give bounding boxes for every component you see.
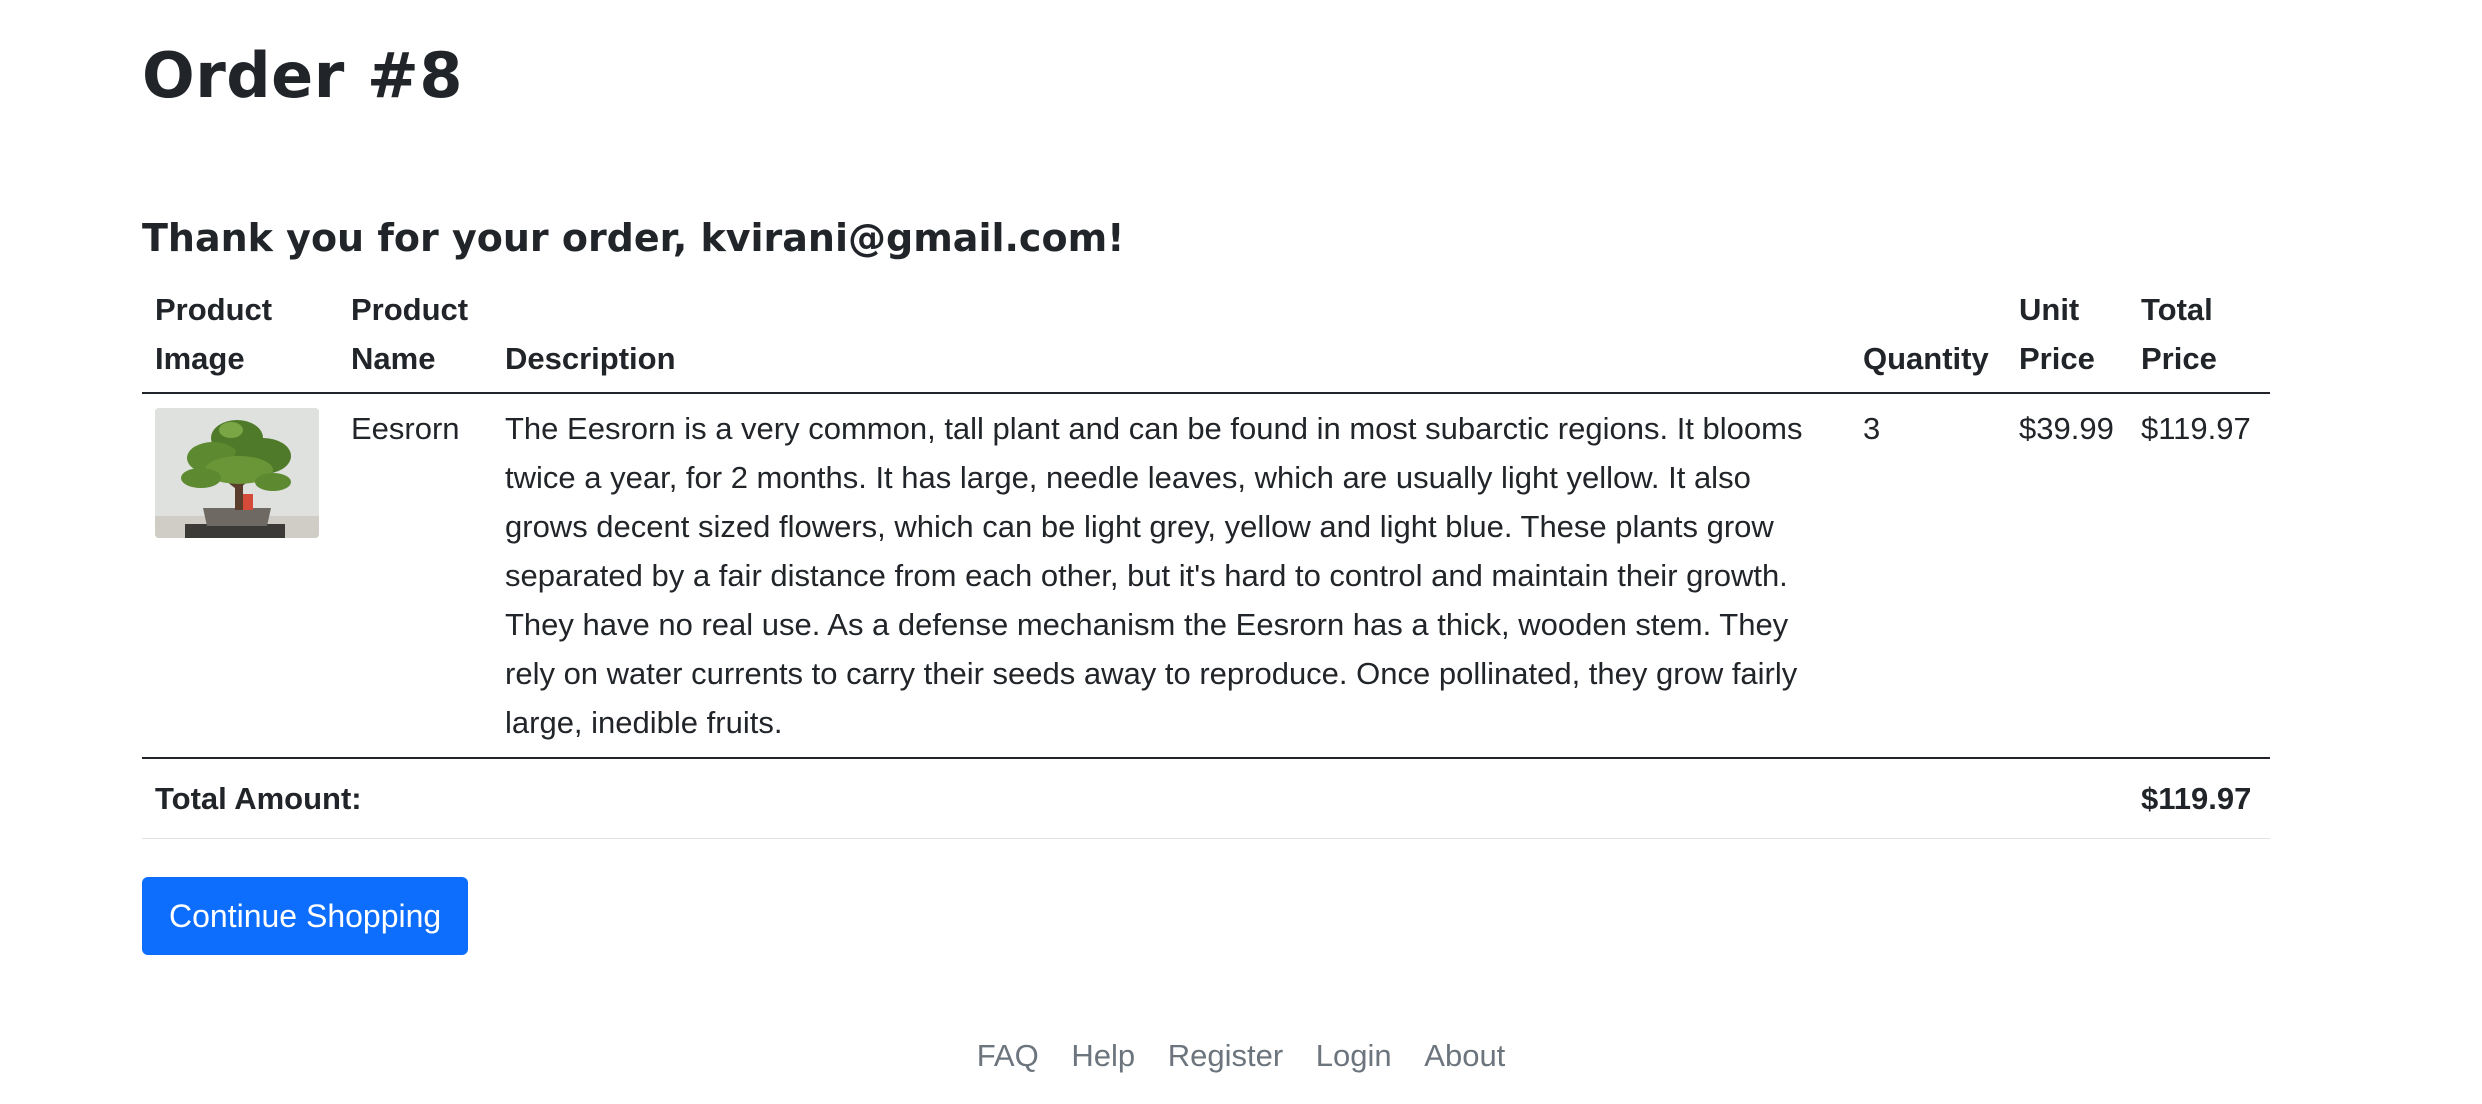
header-product-image: Product Image [142,285,338,394]
product-unit-price: $39.99 [2006,393,2128,759]
footer-link-faq[interactable]: FAQ [977,1038,1039,1073]
header-description: Description [492,285,1850,394]
footer-link-login[interactable]: Login [1316,1038,1392,1073]
product-total-price: $119.97 [2128,393,2270,759]
footer-link-register[interactable]: Register [1168,1038,1283,1073]
table-header-row: Product Image Product Name Description Q… [142,285,2270,394]
footer-link-help[interactable]: Help [1071,1038,1135,1073]
header-quantity: Quantity [1850,285,2006,394]
total-amount-value: $119.97 [2128,758,2270,839]
thank-you-message: Thank you for your order, kvirani@gmail.… [142,216,1125,260]
product-name: Eesrorn [338,393,492,759]
product-description: The Eesrorn is a very common, tall plant… [492,393,1850,759]
product-quantity: 3 [1850,393,2006,759]
continue-shopping-button[interactable]: Continue Shopping [142,877,469,955]
product-image-cell [142,393,338,759]
table-row: Eesrorn The Eesrorn is a very common, ta… [142,393,2270,759]
page-title: Order #8 [142,39,463,112]
header-total-price: Total Price [2128,285,2270,394]
total-row: Total Amount: $119.97 [142,758,2270,839]
header-unit-price: Unit Price [2006,285,2128,394]
total-amount-label: Total Amount: [142,758,2128,839]
footer-link-about[interactable]: About [1424,1038,1505,1073]
header-product-name: Product Name [338,285,492,394]
order-table: Product Image Product Name Description Q… [142,285,2270,839]
bonsai-tree-image [155,408,319,538]
footer-nav: FAQ Help Register Login About [0,1038,2482,1074]
